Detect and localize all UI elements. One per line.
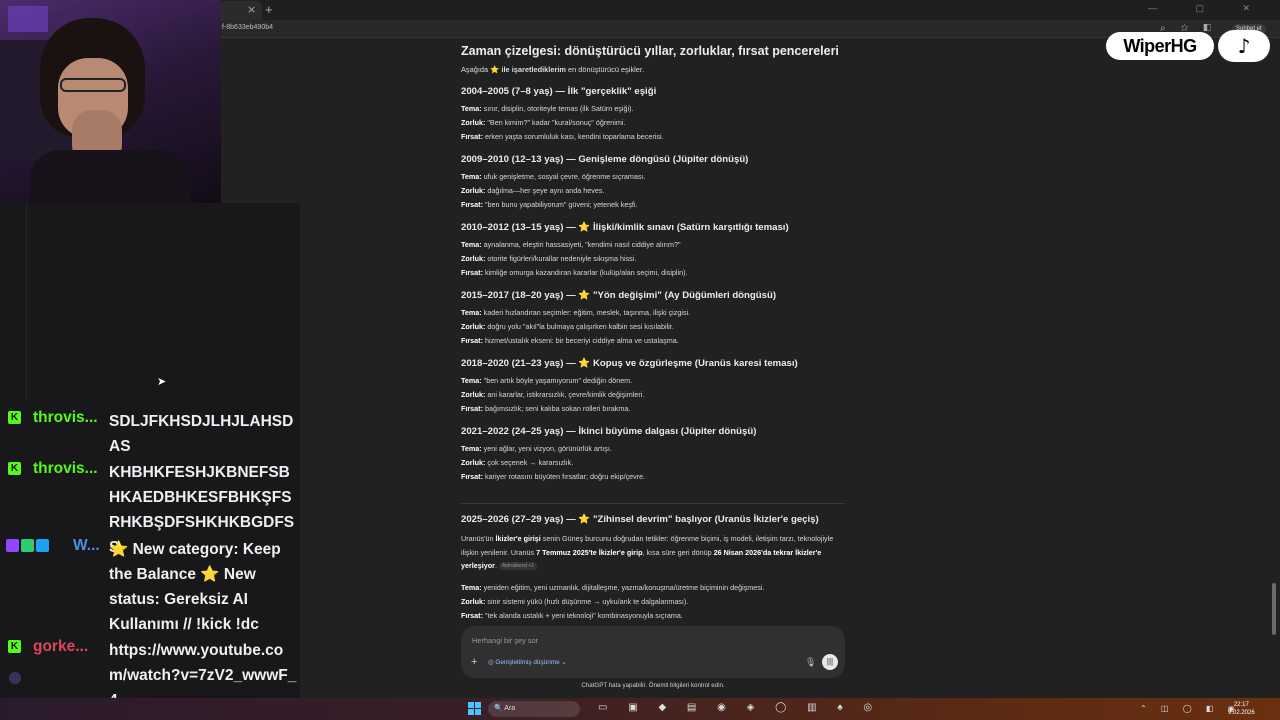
zorluk-line: Zorluk: dağılma—her şeye aynı anda heves… — [461, 186, 605, 195]
kick-badge-icon: K — [8, 411, 21, 424]
sword-badge-icon — [21, 539, 34, 552]
firsat-line: Fırsat: kimliğe omurga kazandıran kararl… — [461, 268, 688, 277]
star-icon: ⭐ — [578, 514, 591, 525]
close-tab-icon[interactable]: × — [247, 3, 256, 16]
screen: × + — ▢ ✕ f-8b633eb490b4 ⌕ ☆ ◧ Sohbet et… — [0, 0, 1280, 720]
section-title: 2025–2026 (27–29 yaş) — ⭐ "Zihinsel devr… — [461, 514, 819, 525]
section-title: 2015–2017 (18–20 yaş) — ⭐ "Yön değişimi"… — [461, 290, 777, 301]
tema-line: Tema: yeniden eğitim, yeni uzmanlık, dij… — [461, 583, 765, 592]
star-icon: ⭐ — [578, 290, 591, 301]
section-title: 2018–2020 (21–23 yaş) — ⭐ Kopuş ve özgür… — [461, 358, 798, 369]
robot-badge-icon — [36, 539, 49, 552]
star-icon: ⭐ — [578, 358, 591, 369]
timeline-section: 2009–2010 (12–13 yaş) — Genişleme döngüs… — [461, 154, 861, 212]
firsat-line: Fırsat: hizmet/ustalık ekseni: bir becer… — [461, 336, 679, 345]
tema-line: Tema: kaderi hızlandıran seçimler: eğiti… — [461, 308, 691, 317]
kick-badge-icon: K — [8, 640, 21, 653]
prompt-composer[interactable]: Herhangi bir şey sor + ◎ Genişletilmiş d… — [461, 626, 845, 678]
firsat-line: Fırsat: "ben bunu yapabiliyorum" güveni;… — [461, 200, 638, 209]
zorluk-line: Zorluk: sinir sistemi yükü (hızlı düşünm… — [461, 597, 689, 606]
intro-line: Aşağıda ⭐ ile işaretlediklerim en dönüşt… — [461, 65, 645, 74]
stream-chat-panel: ➤ K throvis... SDLJFKHSDJLHJLAHSDAS K th… — [0, 203, 300, 720]
section-title: 2021–2022 (24–25 yaş) — İkinci büyüme da… — [461, 426, 757, 437]
tema-line: Tema: yeni ağlar, yeni vizyon, görünürlü… — [461, 444, 612, 453]
badges — [6, 539, 51, 557]
firsat-line: Fırsat: kariyer rotasını büyüten fırsatl… — [461, 472, 646, 481]
pinned-apps[interactable]: ▭ ▣ ◆ ▤ ◉ ◈ ◯ ▥ ♠ ◎ — [598, 702, 881, 713]
star-icon: ⭐ — [490, 65, 500, 74]
section-2025: 2025–2026 (27–29 yaş) — ⭐ "Zihinsel devr… — [461, 514, 861, 530]
chat-text: ⭐ New category: Keep the Balance ⭐ New s… — [109, 541, 281, 633]
tema-line: Tema: ufuk genişletme, sosyal çevre, öğr… — [461, 172, 646, 181]
divider — [26, 203, 27, 403]
section-2025-details: Tema: yeniden eğitim, yeni uzmanlık, dij… — [461, 581, 861, 623]
emote-icon — [9, 672, 21, 684]
twitch-badge-icon — [6, 539, 19, 552]
prompt-input[interactable]: Herhangi bir şey sor — [472, 636, 538, 645]
section-title: 2004–2005 (7–8 yaş) — İlk "gerçeklik" eş… — [461, 86, 657, 97]
url-text[interactable]: f-8b633eb490b4 — [222, 24, 273, 31]
mouse-cursor-icon: ➤ — [157, 376, 167, 388]
webcam-feed — [0, 0, 221, 203]
firsat-line: Fırsat: erken yaşta sorumluluk kası, ken… — [461, 132, 664, 141]
zorluk-line: Zorluk: ani kararlar, istikrarsızlık, çe… — [461, 390, 645, 399]
timeline-section: 2015–2017 (18–20 yaş) — ⭐ "Yön değişimi"… — [461, 290, 861, 348]
extended-thinking-chip[interactable]: ◎ Genişletilmiş düşünme ⌄ — [488, 658, 567, 666]
scrollbar[interactable] — [1272, 583, 1276, 635]
attach-button[interactable]: + — [471, 656, 477, 668]
source-chip[interactable]: Astrodienst +1 — [498, 562, 538, 571]
chat-text: SDLJFKHSDJLHJLAHSDAS — [109, 413, 294, 455]
zorluk-line: Zorluk: "Ben kimim?" kadar "kural/sonuç"… — [461, 118, 626, 127]
system-tray[interactable]: ⌃ ◫ ◯ ◧ ◉ — [1140, 704, 1241, 713]
paragraph-uranus: Uranüs'ün İkizler'e girişi senin Güneş b… — [461, 534, 834, 571]
section-title: 2009–2010 (12–13 yaş) — Genişleme döngüs… — [461, 154, 749, 165]
voice-mode-button[interactable]: ||| — [822, 654, 838, 670]
tiktok-icon: ♪ — [1218, 30, 1270, 62]
chat-username[interactable]: gorke... — [33, 638, 88, 656]
star-icon: ⭐ — [578, 222, 591, 233]
timeline-section: 2021–2022 (24–25 yaş) — İkinci büyüme da… — [461, 426, 861, 484]
clock[interactable]: 22:17 9.02.2026 — [1228, 701, 1255, 717]
disclaimer: ChatGPT hata yapabilir. Önemli bilgileri… — [581, 682, 725, 689]
mic-icon[interactable]: 🎙 — [805, 657, 816, 668]
start-button[interactable] — [468, 702, 481, 715]
windows-taskbar: 🔍 Ara ▭ ▣ ◆ ▤ ◉ ◈ ◯ ▥ ♠ ◎ ⌃ ◫ ◯ ◧ ◉ 22:1… — [0, 698, 1280, 720]
firsat-line: Fırsat: "tek alanda ustalık + yeni tekno… — [461, 611, 683, 620]
chat-username[interactable]: throvis... — [33, 409, 98, 427]
kick-badge-icon: K — [8, 462, 21, 475]
zorluk-line: Zorluk: çok seçenek → kararsızlık. — [461, 458, 574, 467]
zorluk-line: Zorluk: otorite figürleri/kurallar neden… — [461, 254, 637, 263]
response-heading: Zaman çizelgesi: dönüştürücü yıllar, zor… — [461, 44, 839, 58]
tema-line: Tema: aynalanma, eleştiri hassasiyeti, "… — [461, 240, 681, 249]
section-title: 2010–2012 (13–15 yaş) — ⭐ İlişki/kimlik … — [461, 222, 789, 233]
channel-watermark: WiperHG — [1106, 32, 1214, 60]
firsat-line: Fırsat: bağımsızlık; seni kalıba sokan r… — [461, 404, 631, 413]
tema-line: Tema: sınır, disiplin, otoriteyle temas … — [461, 104, 634, 113]
timeline-section: 2004–2005 (7–8 yaş) — İlk "gerçeklik" eş… — [461, 86, 861, 144]
taskbar-search[interactable]: 🔍 Ara — [488, 701, 580, 717]
new-tab-button[interactable]: + — [265, 2, 273, 17]
chat-username[interactable]: W... — [73, 537, 100, 555]
tema-line: Tema: "ben artık böyle yaşamıyorum" dedi… — [461, 376, 633, 385]
timeline-section: 2010–2012 (13–15 yaş) — ⭐ İlişki/kimlik … — [461, 222, 861, 280]
zorluk-line: Zorluk: doğru yolu "akıl"la bulmaya çalı… — [461, 322, 674, 331]
window-controls[interactable]: — ▢ ✕ — [1148, 3, 1268, 14]
chat-username[interactable]: throvis... — [33, 460, 98, 478]
timeline-section: 2018–2020 (21–23 yaş) — ⭐ Kopuş ve özgür… — [461, 358, 861, 416]
divider — [461, 503, 845, 504]
